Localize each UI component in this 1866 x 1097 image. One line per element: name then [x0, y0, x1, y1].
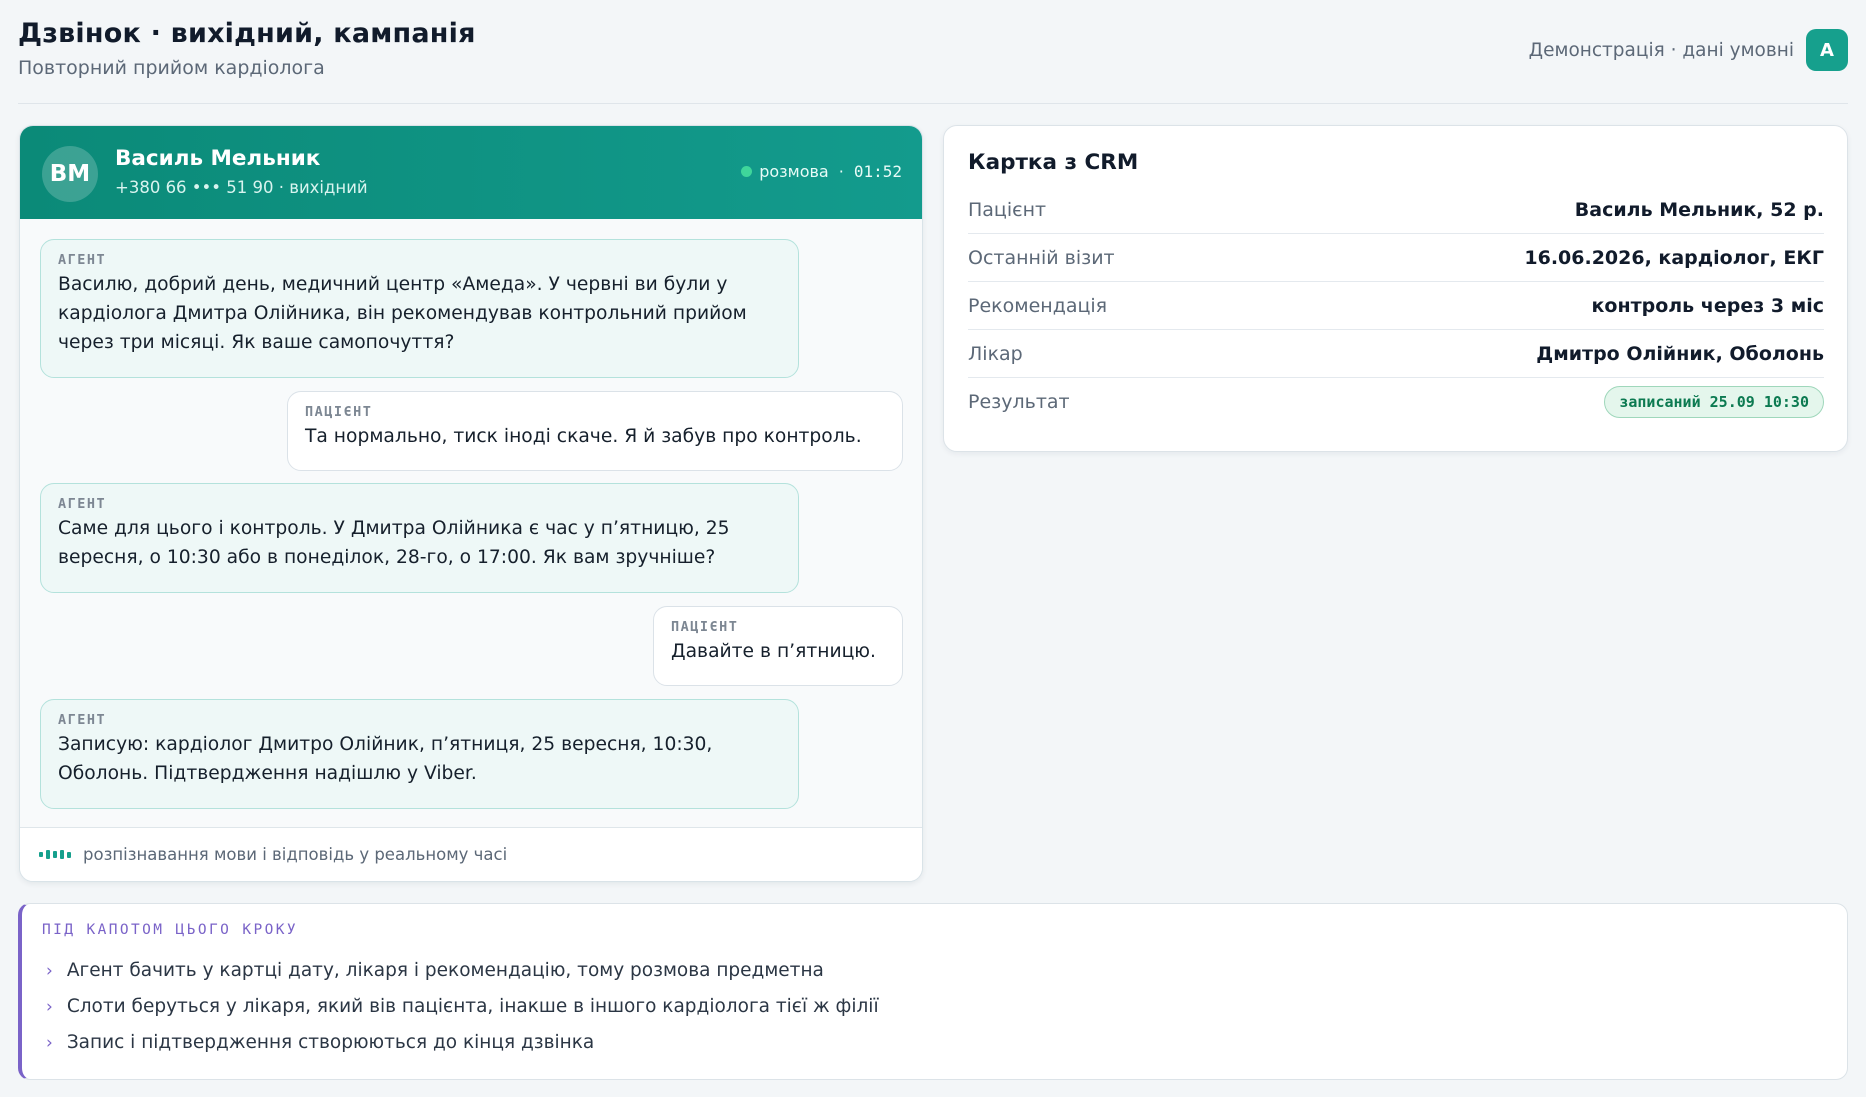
under-the-hood-item: › Слоти беруться у лікаря, який вів паці…	[46, 996, 879, 1017]
call-timer: 01:52	[853, 162, 902, 181]
caller-name: Василь Мельник	[115, 146, 321, 171]
call-panel: ВМ Василь Мельник +380 66 ••• 51 90 · ви…	[19, 125, 923, 882]
speech-recognition-note: розпізнавання мови і відповідь у реально…	[83, 845, 508, 864]
message-text: Та нормально, тиск іноді скаче. Я й забу…	[305, 426, 862, 447]
message-agent: АГЕНТ Василю, добрий день, медичний цент…	[40, 239, 799, 378]
chevron-right-icon: ›	[46, 996, 53, 1017]
message-text: Давайте в п’ятницю.	[671, 641, 876, 662]
crm-label: Пацієнт	[968, 198, 1047, 221]
chevron-right-icon: ›	[46, 960, 53, 981]
call-header: ВМ Василь Мельник +380 66 ••• 51 90 · ви…	[20, 126, 922, 219]
message-role: ПАЦІЄНТ	[305, 404, 373, 420]
crm-label: Результат	[968, 391, 1070, 413]
crm-label: Рекомендація	[968, 294, 1108, 317]
crm-label: Останній візит	[968, 246, 1115, 269]
under-the-hood-item-text: Запис і підтвердження створюються до кін…	[66, 1032, 595, 1053]
message-patient: ПАЦІЄНТ Та нормально, тиск іноді скаче. …	[287, 391, 903, 471]
crm-row-patient: Пацієнт Василь Мельник, 52 р.	[968, 186, 1824, 234]
page-title: Дзвінок · вихідний, кампанія	[18, 18, 476, 49]
demo-label: Демонстрація · дані умовні	[1528, 39, 1794, 61]
crm-value: контроль через 3 міс	[1591, 294, 1825, 317]
user-avatar[interactable]: A	[1806, 29, 1848, 71]
message-role: АГЕНТ	[58, 252, 107, 268]
message-role: ПАЦІЄНТ	[671, 619, 739, 635]
under-the-hood-item: › Запис і підтвердження створюються до к…	[46, 1032, 594, 1053]
page-subtitle: Повторний прийом кардіолога	[18, 57, 325, 79]
message-agent: АГЕНТ Записую: кардіолог Дмитро Олійник,…	[40, 699, 799, 809]
result-status-badge: записаний 25.09 10:30	[1604, 386, 1824, 418]
chevron-right-icon: ›	[46, 1032, 53, 1053]
call-footer: розпізнавання мови і відповідь у реально…	[20, 827, 922, 881]
crm-title: Картка з CRM	[968, 150, 1139, 175]
status-separator: ·	[838, 162, 844, 181]
crm-value: 16.06.2026, кардіолог, ЕКГ	[1524, 246, 1824, 269]
crm-row-last-visit: Останній візит 16.06.2026, кардіолог, ЕК…	[968, 234, 1824, 282]
audio-wave-icon	[39, 850, 71, 859]
live-status-dot-icon	[741, 166, 753, 177]
message-agent: АГЕНТ Саме для цього і контроль. У Дмитр…	[40, 483, 799, 593]
caller-avatar: ВМ	[42, 146, 98, 202]
message-text: Записую: кардіолог Дмитро Олійник, п’ятн…	[58, 734, 713, 784]
under-the-hood-item: › Агент бачить у картці дату, лікаря і р…	[46, 960, 824, 981]
under-the-hood-panel: ПІД КАПОТОМ ЦЬОГО КРОКУ › Агент бачить у…	[18, 903, 1848, 1080]
caller-phone: +380 66 ••• 51 90 · вихідний	[115, 178, 368, 197]
crm-row-result: Результат записаний 25.09 10:30	[968, 378, 1824, 426]
under-the-hood-item-text: Агент бачить у картці дату, лікаря і рек…	[66, 960, 824, 981]
message-text: Саме для цього і контроль. У Дмитра Олій…	[58, 518, 730, 568]
under-the-hood-title: ПІД КАПОТОМ ЦЬОГО КРОКУ	[42, 922, 298, 938]
call-status-label: розмова	[759, 162, 829, 181]
crm-row-recommendation: Рекомендація контроль через 3 міс	[968, 282, 1824, 330]
crm-value: Василь Мельник, 52 р.	[1574, 198, 1824, 221]
under-the-hood-item-text: Слоти беруться у лікаря, який вів пацієн…	[66, 996, 879, 1017]
call-status: розмова · 01:52	[741, 162, 902, 181]
message-role: АГЕНТ	[58, 712, 107, 728]
page-header: Дзвінок · вихідний, кампанія Повторний п…	[18, 0, 1848, 104]
crm-label: Лікар	[968, 342, 1023, 365]
crm-value: Дмитро Олійник, Оболонь	[1536, 342, 1824, 365]
crm-card: Картка з CRM Пацієнт Василь Мельник, 52 …	[943, 125, 1848, 452]
message-role: АГЕНТ	[58, 496, 107, 512]
message-patient: ПАЦІЄНТ Давайте в п’ятницю.	[653, 606, 903, 686]
message-text: Василю, добрий день, медичний центр «Аме…	[58, 274, 747, 353]
crm-row-doctor: Лікар Дмитро Олійник, Оболонь	[968, 330, 1824, 378]
demo-indicator: Демонстрація · дані умовні A	[1529, 29, 1848, 71]
